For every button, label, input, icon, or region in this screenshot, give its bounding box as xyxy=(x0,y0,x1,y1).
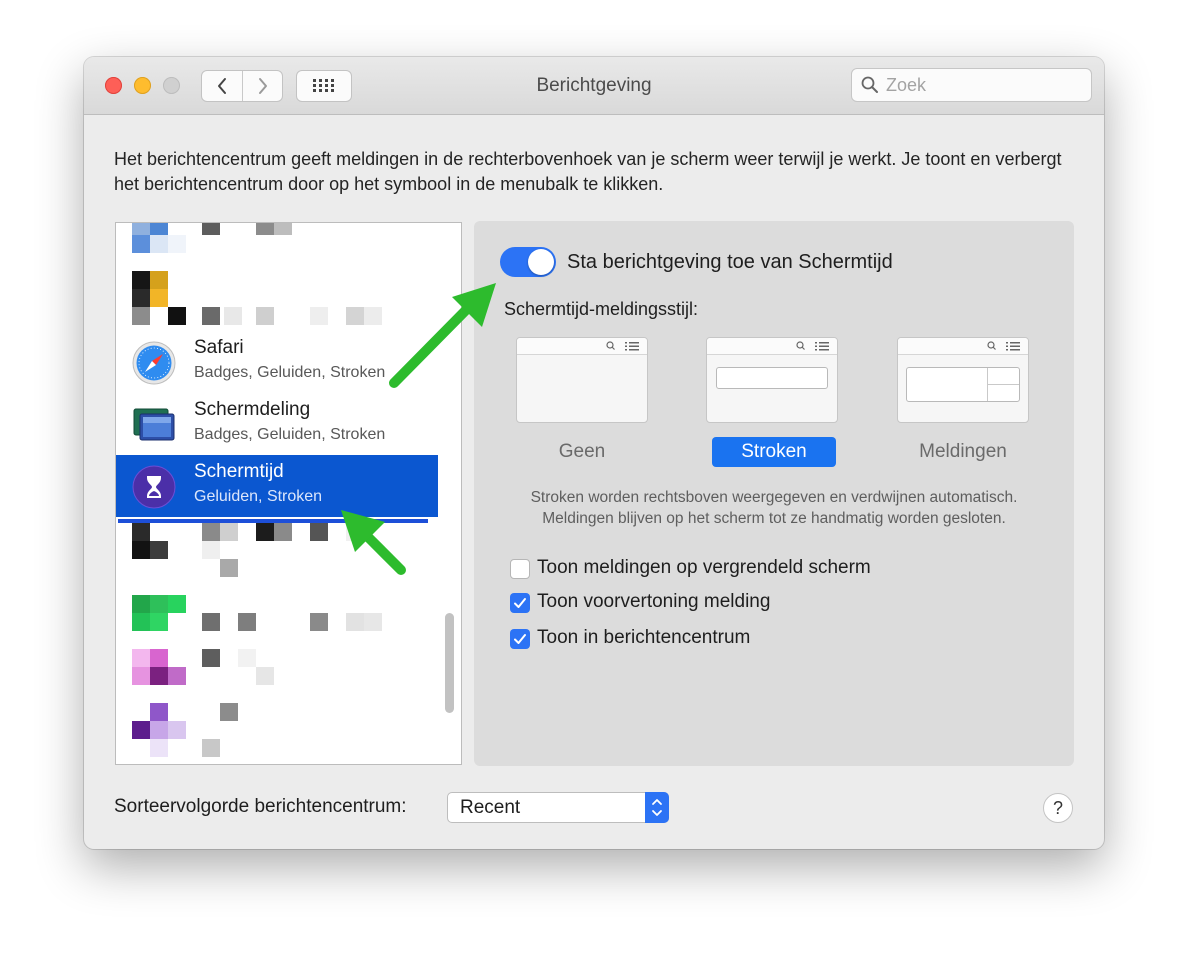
forward-button[interactable] xyxy=(243,71,282,101)
lock-screen-checkbox[interactable] xyxy=(510,559,530,579)
allow-notifications-label: Sta berichtgeving toe van Schermtijd xyxy=(567,251,893,273)
style-banners-label[interactable]: Stroken xyxy=(712,437,836,467)
preview-menubar xyxy=(898,338,1028,355)
sort-order-label: Sorteervolgorde berichtencentrum: xyxy=(114,796,407,817)
updown-chevron-icon xyxy=(645,792,669,823)
toggle-knob xyxy=(528,249,554,275)
style-alerts-label[interactable]: Meldingen xyxy=(901,437,1025,467)
sort-order-value: Recent xyxy=(460,797,521,818)
checkmark-icon xyxy=(514,634,526,644)
checkmark-icon xyxy=(514,598,526,608)
window-title: Berichtgeving xyxy=(536,75,652,96)
screen-sharing-icon xyxy=(133,408,175,441)
preview-menubar xyxy=(517,338,647,355)
notification-center-checkbox[interactable] xyxy=(510,629,530,649)
grid-icon xyxy=(313,79,334,92)
style-alerts-preview[interactable] xyxy=(897,337,1029,423)
back-button[interactable] xyxy=(202,71,243,101)
menubar-search-list-icon xyxy=(606,341,639,351)
allow-notifications-toggle[interactable] xyxy=(500,247,556,277)
minimize-window-button[interactable] xyxy=(134,77,151,94)
list-item-schermdeling[interactable]: Schermdeling Badges, Geluiden, Stroken xyxy=(116,393,438,455)
banner-preview-shape xyxy=(716,367,828,389)
show-all-button[interactable] xyxy=(296,70,352,102)
list-item-schermtijd[interactable]: Schermtijd Geluiden, Stroken xyxy=(116,455,438,517)
hourglass-icon xyxy=(132,465,176,509)
chevron-left-icon xyxy=(218,78,226,94)
alert-preview-shape xyxy=(906,367,1020,402)
app-list[interactable]: Safari Badges, Geluiden, Stroken Schermd… xyxy=(115,222,462,765)
preferences-window: Berichtgeving Het berichtencentrum geeft… xyxy=(84,57,1104,849)
list-item-safari[interactable]: Safari Badges, Geluiden, Stroken xyxy=(116,331,438,393)
title-bar: Berichtgeving xyxy=(84,57,1104,115)
blurred-app-entries-top xyxy=(132,223,382,325)
zoom-window-button[interactable] xyxy=(163,77,180,94)
preview-menubar xyxy=(707,338,837,355)
safari-compass-icon xyxy=(132,341,176,385)
list-item-subtitle: Badges, Geluiden, Stroken xyxy=(194,426,386,443)
menubar-search-list-icon xyxy=(987,341,1020,351)
close-window-button[interactable] xyxy=(105,77,122,94)
preview-checkbox[interactable] xyxy=(510,593,530,613)
alert-style-label: Schermtijd-meldingsstijl: xyxy=(504,299,699,319)
help-button[interactable]: ? xyxy=(1043,793,1073,823)
notification-center-checkbox-label[interactable]: Toon in berichtencentrum xyxy=(537,627,750,649)
search-field[interactable] xyxy=(851,68,1092,102)
list-item-name: Schermtijd xyxy=(194,461,284,482)
search-input[interactable] xyxy=(886,73,1081,97)
preview-checkbox-label[interactable]: Toon voorvertoning melding xyxy=(537,591,770,613)
list-item-subtitle: Geluiden, Stroken xyxy=(194,488,323,505)
search-icon xyxy=(861,76,878,93)
menubar-search-list-icon xyxy=(796,341,829,351)
style-none-preview[interactable] xyxy=(516,337,648,423)
sort-order-select[interactable]: Recent xyxy=(447,792,669,823)
list-item-name: Schermdeling xyxy=(194,399,311,420)
style-none-label[interactable]: Geen xyxy=(520,437,644,467)
list-item-name: Safari xyxy=(194,337,244,358)
blurred-app-entries-bottom xyxy=(132,523,382,757)
chevron-right-icon xyxy=(259,78,267,94)
notification-center-description: Het berichtencentrum geeft meldingen in … xyxy=(114,149,1062,194)
alert-style-help-text: Stroken worden rechtsboven weergegeven e… xyxy=(530,489,1018,527)
notification-settings-pane: Sta berichtgeving toe van Schermtijd Sch… xyxy=(474,221,1074,766)
lock-screen-checkbox-label[interactable]: Toon meldingen op vergrendeld scherm xyxy=(537,557,871,579)
list-scrollbar[interactable] xyxy=(445,613,454,713)
navigation-buttons xyxy=(201,70,283,102)
list-item-subtitle: Badges, Geluiden, Stroken xyxy=(194,364,386,381)
style-banners-preview[interactable] xyxy=(706,337,838,423)
